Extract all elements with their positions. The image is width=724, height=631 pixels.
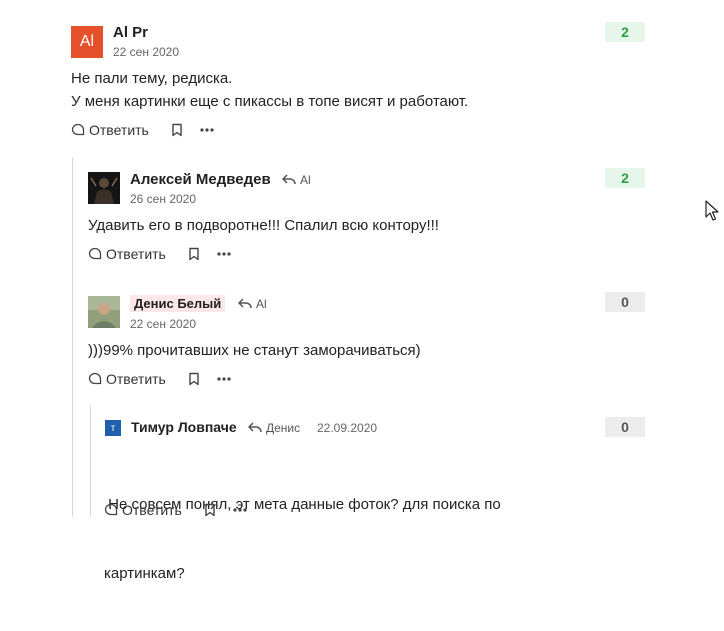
avatar[interactable] (88, 172, 120, 204)
comment-date[interactable]: 22 сен 2020 (113, 45, 179, 59)
reply-label: Ответить (106, 246, 166, 262)
bookmark-button[interactable] (188, 372, 200, 386)
comment-actions: Ответить (88, 246, 231, 262)
comment-text-line: )))99% прочитавших не станут заморачиват… (88, 342, 421, 359)
more-button[interactable] (233, 508, 247, 512)
comment-score: 0 (605, 417, 645, 437)
reply-to-name: Al (256, 297, 267, 311)
more-dots-icon (217, 252, 231, 256)
bookmark-icon (205, 503, 215, 517)
comment-text-line: картинкам? (104, 565, 185, 582)
comment-text: Удавить его в подворотне!!! Спалил всю к… (88, 214, 439, 237)
reply-to[interactable]: Al (238, 297, 267, 311)
comment-text: Не совсем понял, эт мета данные фоток? д… (104, 447, 501, 631)
comment-actions: Ответить (104, 502, 247, 518)
comment-text-line: У меня картинки еще с пикассы в топе вис… (71, 93, 469, 110)
thread-line-level-3 (90, 405, 91, 517)
author-name[interactable]: Алексей Медведев (130, 171, 271, 188)
avatar-photo-icon (88, 172, 120, 204)
reply-label: Ответить (106, 371, 166, 387)
mouse-cursor-icon (705, 200, 719, 221)
comment-score: 2 (605, 22, 645, 42)
reply-to-name: Al (300, 173, 311, 187)
thread-line-level-1 (72, 157, 73, 517)
reply-button[interactable]: Ответить (88, 371, 166, 387)
reply-arrow-icon (238, 298, 252, 309)
more-button[interactable] (217, 377, 231, 381)
comment-text: )))99% прочитавших не станут заморачиват… (88, 339, 421, 362)
more-dots-icon (217, 377, 231, 381)
bookmark-icon (172, 123, 182, 137)
more-button[interactable] (217, 252, 231, 256)
reply-button[interactable]: Ответить (88, 246, 166, 262)
bookmark-button[interactable] (204, 503, 216, 517)
avatar-initials: Al (79, 33, 95, 50)
avatar-photo-icon (88, 296, 120, 328)
author-name[interactable]: Тимур Ловпаче (131, 419, 237, 435)
comment-text-line: Удавить его в подворотне!!! Спалил всю к… (88, 217, 439, 234)
comment-score: 0 (605, 292, 645, 312)
more-dots-icon (233, 508, 247, 512)
author-name[interactable]: Al Pr (113, 24, 148, 41)
reply-bubble-icon (71, 123, 85, 136)
reply-arrow-icon (248, 422, 262, 433)
more-dots-icon (200, 128, 214, 132)
comment-date[interactable]: 22 сен 2020 (130, 317, 196, 331)
reply-to-name: Денис (266, 421, 301, 435)
reply-bubble-icon (88, 372, 102, 385)
avatar[interactable]: Al (71, 26, 103, 58)
reply-arrow-icon (282, 174, 296, 185)
reply-bubble-icon (104, 503, 118, 516)
bookmark-button[interactable] (188, 247, 200, 261)
author-name[interactable]: Денис Белый (130, 295, 226, 312)
reply-label: Ответить (122, 502, 182, 518)
reply-to[interactable]: Денис (248, 421, 300, 435)
reply-label: Ответить (89, 122, 149, 138)
more-button[interactable] (200, 128, 214, 132)
reply-button[interactable]: Ответить (104, 502, 182, 518)
bookmark-icon (189, 372, 199, 386)
bookmark-button[interactable] (171, 123, 183, 137)
comment-text: Не пали тему, редиска. У меня картинки е… (71, 67, 468, 113)
bookmark-icon (189, 247, 199, 261)
comment-text-line: Не пали тему, редиска. (71, 70, 233, 87)
comment-actions: Ответить (71, 122, 214, 138)
avatar-initials: т (110, 422, 116, 434)
comment-score: 2 (605, 168, 645, 188)
reply-to[interactable]: Al (282, 173, 311, 187)
avatar[interactable]: т (105, 420, 121, 436)
reply-button[interactable]: Ответить (71, 122, 149, 138)
comment-actions: Ответить (88, 371, 231, 387)
avatar[interactable] (88, 296, 120, 328)
reply-bubble-icon (88, 247, 102, 260)
comment-date[interactable]: 26 сен 2020 (130, 192, 196, 206)
comment-date[interactable]: 22.09.2020 (317, 421, 377, 435)
